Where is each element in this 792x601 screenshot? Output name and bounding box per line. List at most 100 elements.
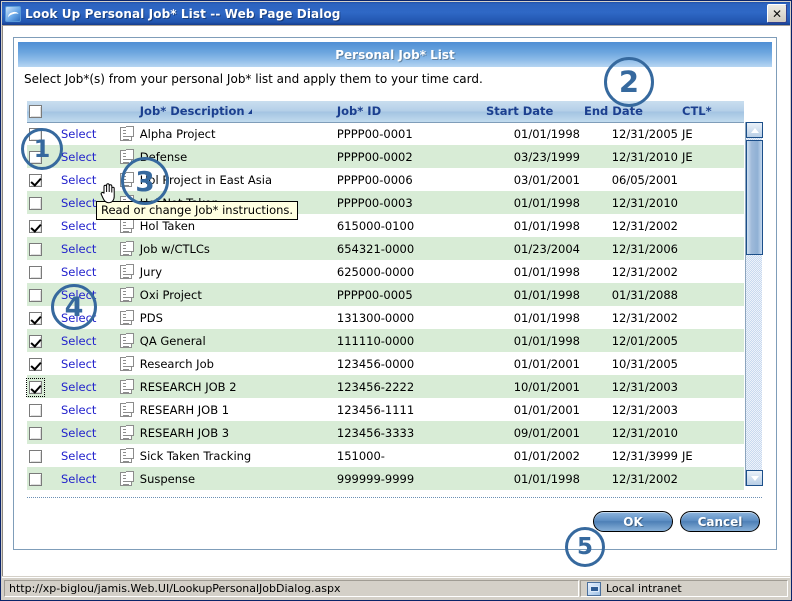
row-instructions-cell[interactable] — [114, 329, 138, 352]
row-select-cell[interactable]: Select — [58, 260, 115, 283]
row-instructions-cell[interactable] — [114, 421, 138, 444]
row-checkbox[interactable] — [29, 472, 42, 486]
document-icon[interactable] — [120, 470, 135, 486]
document-icon[interactable] — [120, 217, 135, 233]
table-row[interactable]: Select RESEARH JOB 3 123456-3333 09/01/2001… — [27, 421, 744, 444]
scrollbar-thumb[interactable] — [746, 140, 763, 255]
document-icon[interactable] — [120, 355, 135, 371]
document-icon[interactable] — [120, 263, 135, 279]
row-checkbox-cell[interactable] — [27, 168, 59, 191]
row-instructions-cell[interactable] — [114, 260, 138, 283]
table-row[interactable]: Select Oxi Project PPPP00-0005 01/01/1998 01… — [27, 283, 744, 306]
table-row[interactable]: Select Research Job 123456-0000 01/01/2001 1… — [27, 352, 744, 375]
select-link[interactable]: Select — [61, 334, 96, 348]
select-link[interactable]: Select — [61, 265, 96, 279]
select-all-checkbox[interactable] — [29, 105, 42, 119]
header-start-date[interactable]: Start Date — [484, 101, 583, 123]
scroll-down-button[interactable] — [746, 470, 763, 486]
row-instructions-cell[interactable] — [114, 398, 138, 421]
row-instructions-cell[interactable] — [114, 122, 138, 145]
row-select-cell[interactable]: Select — [58, 145, 115, 168]
row-checkbox-cell[interactable] — [27, 467, 59, 490]
select-link[interactable]: Select — [61, 426, 96, 440]
row-checkbox[interactable] — [29, 449, 42, 463]
header-ctl[interactable]: CTL* — [680, 101, 744, 123]
table-row[interactable]: Select Job w/CTLCs 654321-0000 01/23/2004 12… — [27, 237, 744, 260]
row-instructions-cell[interactable] — [114, 306, 138, 329]
row-select-cell[interactable]: Select — [58, 467, 115, 490]
row-checkbox[interactable] — [29, 334, 42, 348]
row-select-cell[interactable]: Select — [58, 329, 115, 352]
table-row[interactable]: Select Jury 625000-0000 01/01/1998 12/31/200… — [27, 260, 744, 283]
header-job-id[interactable]: Job* ID — [334, 101, 485, 123]
row-checkbox[interactable] — [29, 288, 42, 302]
table-row[interactable]: Select QA General 111110-0000 01/01/1998 12/… — [27, 329, 744, 352]
select-link[interactable]: Select — [61, 357, 96, 371]
document-icon[interactable] — [120, 286, 135, 302]
row-instructions-cell[interactable] — [114, 283, 138, 306]
table-row[interactable]: Select RESEARCH JOB 2 123456-2222 10/01/200… — [26, 375, 744, 398]
row-checkbox-cell[interactable] — [27, 421, 59, 444]
document-icon[interactable] — [120, 447, 135, 463]
grid-scrollbar[interactable] — [745, 122, 763, 486]
row-checkbox[interactable] — [29, 196, 42, 210]
document-icon[interactable] — [120, 401, 135, 417]
select-link[interactable]: Select — [61, 242, 96, 256]
header-select-all[interactable] — [27, 101, 59, 123]
row-checkbox[interactable] — [29, 242, 42, 256]
row-checkbox-cell[interactable] — [27, 237, 59, 260]
document-icon[interactable] — [120, 378, 135, 394]
row-select-cell[interactable]: Select — [58, 237, 115, 260]
row-instructions-cell[interactable] — [114, 444, 138, 467]
row-checkbox[interactable] — [29, 173, 42, 187]
select-link[interactable]: Select — [61, 449, 96, 463]
row-instructions-cell[interactable] — [114, 467, 138, 490]
row-select-cell[interactable]: Select — [58, 122, 115, 145]
ok-button[interactable]: OK — [593, 511, 673, 532]
document-icon[interactable] — [120, 126, 135, 141]
close-icon[interactable]: ✕ — [767, 4, 787, 23]
row-instructions-cell[interactable] — [114, 352, 138, 375]
select-link[interactable]: Select — [61, 380, 96, 394]
row-checkbox[interactable] — [26, 377, 45, 397]
cancel-button[interactable]: Cancel — [680, 511, 760, 532]
select-link[interactable]: Select — [61, 127, 96, 141]
select-link[interactable]: Select — [61, 472, 96, 486]
row-checkbox-cell[interactable] — [27, 191, 59, 214]
select-link[interactable]: Select — [61, 403, 96, 417]
row-checkbox-cell[interactable] — [27, 398, 59, 421]
document-icon[interactable] — [120, 309, 135, 325]
select-link[interactable]: Select — [61, 173, 96, 187]
row-select-cell[interactable]: Select — [58, 398, 115, 421]
select-link[interactable]: Select — [61, 150, 96, 164]
row-select-cell[interactable]: Select — [58, 352, 115, 375]
table-row[interactable]: Select Alpha Project PPPP00-0001 01/01/1998… — [27, 122, 744, 145]
document-icon[interactable] — [120, 240, 135, 256]
table-row[interactable]: Select Suspense 999999-9999 01/01/1998 12/31… — [27, 467, 744, 490]
row-select-cell[interactable]: Select — [58, 375, 115, 398]
table-row[interactable]: Select Sick Taken Tracking 151000- 01/01/20… — [27, 444, 744, 467]
title-bar[interactable]: Look Up Personal Job* List -- Web Page D… — [2, 2, 790, 25]
row-checkbox[interactable] — [29, 357, 42, 371]
document-icon[interactable] — [120, 424, 135, 440]
row-checkbox[interactable] — [29, 311, 42, 325]
row-select-cell[interactable]: Select — [58, 421, 115, 444]
select-link[interactable]: Select — [61, 219, 96, 233]
scroll-up-button[interactable] — [746, 122, 763, 138]
row-select-cell[interactable]: Select — [58, 444, 115, 467]
row-checkbox[interactable] — [29, 265, 42, 279]
row-checkbox[interactable] — [29, 403, 42, 417]
row-checkbox-cell[interactable] — [27, 260, 59, 283]
row-checkbox-cell[interactable] — [27, 352, 59, 375]
row-instructions-cell[interactable] — [114, 237, 138, 260]
row-checkbox-cell[interactable] — [27, 214, 59, 237]
table-row[interactable]: Select RESEARH JOB 1 123456-1111 01/01/2001… — [27, 398, 744, 421]
row-checkbox[interactable] — [29, 426, 42, 440]
row-checkbox-cell[interactable] — [26, 375, 59, 398]
row-checkbox[interactable] — [29, 219, 42, 233]
table-row[interactable]: Select PDS 131300-0000 01/01/1998 12/31/2002 — [27, 306, 744, 329]
row-instructions-cell[interactable] — [114, 375, 138, 398]
select-link[interactable]: Select — [61, 196, 96, 210]
row-checkbox-cell[interactable] — [27, 444, 59, 467]
row-checkbox-cell[interactable] — [27, 329, 59, 352]
